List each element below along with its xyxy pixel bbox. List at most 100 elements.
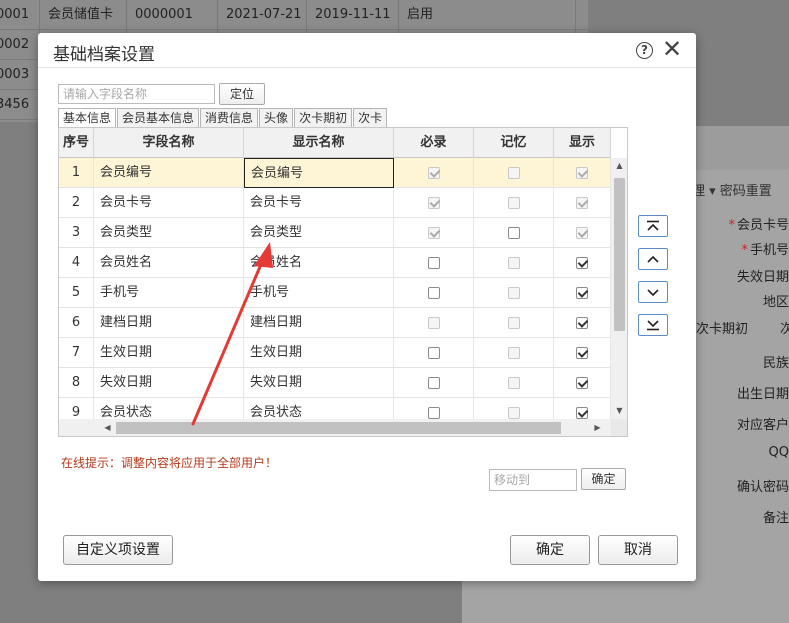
display-name-cell[interactable]: 会员类型 [244,218,394,248]
required-checkbox [427,316,440,329]
display-name-cell[interactable]: 建档日期 [244,308,394,338]
memory-checkbox[interactable] [507,226,520,239]
required-cell [394,338,474,368]
grid-header-cell[interactable]: 显示名称 [244,128,394,158]
background-form-label: 备注 [761,507,789,526]
tab-2[interactable]: 消费信息 [200,108,259,127]
table-row[interactable]: 5 手机号 手机号 [59,278,611,308]
scroll-down-arrow-icon[interactable]: ▼ [611,403,627,419]
field-name-cell: 会员姓名 [94,248,244,278]
field-search-input[interactable] [58,84,215,104]
display-name-cell[interactable]: 生效日期 [244,338,394,368]
scroll-up-arrow-icon[interactable]: ▲ [611,158,627,174]
display-name-cell[interactable]: 会员编号 [244,158,394,188]
table-row[interactable]: 6 建档日期 建档日期 [59,308,611,338]
grid-header-cell[interactable]: 记忆 [474,128,554,158]
tab-0[interactable]: 基本信息 [58,108,117,128]
close-icon[interactable]: ✕ [662,35,682,63]
memory-cell [474,308,554,338]
show-checkbox[interactable] [576,316,588,329]
tab-bar: 基本信息 会员基本信息 消费信息 头像 次卡期初 次卡 [58,108,388,128]
horizontal-scrollbar[interactable]: ◀ ▶ [59,419,611,436]
background-form-label: 对应客户 [735,414,789,433]
required-checkbox[interactable] [427,376,440,389]
table-row[interactable]: 8 失效日期 失效日期 [59,368,611,398]
background-form-label-text: 出生日期 [736,387,789,402]
required-checkbox[interactable] [427,256,440,269]
required-checkbox [427,196,440,209]
row-number: 4 [59,248,94,278]
table-row[interactable]: 3 会员类型 会员类型 [59,218,611,248]
locate-button[interactable]: 定位 [219,83,265,105]
show-checkbox [576,196,588,209]
display-name-cell[interactable]: 手机号 [244,278,394,308]
move-down-button[interactable] [638,281,668,303]
table-row[interactable]: 4 会员姓名 会员姓名 [59,248,611,278]
horizontal-scroll-thumb[interactable] [116,422,561,434]
memory-cell [474,188,554,218]
vertical-scrollbar[interactable]: ▲ ▼ [611,158,627,419]
move-top-button[interactable] [638,215,668,237]
required-checkbox[interactable] [427,406,440,419]
background-table-cell: 2021-07-21 [218,0,307,30]
grid-header-cell[interactable]: 序号 [59,128,94,158]
chevron-down-icon [647,289,659,297]
row-number: 8 [59,368,94,398]
tab-5[interactable]: 次卡 [353,108,388,127]
required-cell [394,278,474,308]
vertical-scroll-thumb[interactable] [614,178,625,331]
background-table-cell: 0002 [0,30,40,60]
required-cell [394,188,474,218]
move-up-button[interactable] [638,248,668,270]
required-checkbox[interactable] [427,346,440,359]
background-table-cell: 2019-11-11 [307,0,399,30]
memory-checkbox [507,256,520,269]
background-form-label-text: 民族 [762,356,789,371]
scroll-left-arrow-icon[interactable]: ◀ [99,419,116,436]
table-row[interactable]: 1 会员编号 会员编号 [59,158,611,188]
move-bottom-button[interactable] [638,314,668,336]
custom-fields-button[interactable]: 自定义项设置 [63,535,173,565]
memory-checkbox [507,196,520,209]
grid-header-cell[interactable]: 显示 [554,128,611,158]
show-checkbox[interactable] [576,376,588,389]
required-checkbox[interactable] [427,286,440,299]
show-checkbox[interactable] [576,256,588,269]
grid-header-cell[interactable]: 必录 [394,128,474,158]
show-checkbox[interactable] [576,346,588,359]
cancel-button[interactable]: 取消 [598,535,678,565]
memory-cell [474,338,554,368]
background-side-tab: 次 [780,322,789,337]
tab-3[interactable]: 头像 [259,108,294,127]
chevron-up-icon [647,255,659,263]
background-form-label: * 会员卡号 [728,214,789,233]
field-name-cell: 会员类型 [94,218,244,248]
required-cell [394,218,474,248]
grid-header-cell[interactable]: 字段名称 [94,128,244,158]
required-marker: * [741,243,748,258]
show-checkbox[interactable] [576,406,588,419]
show-checkbox [576,226,588,239]
display-name-cell[interactable]: 会员姓名 [244,248,394,278]
display-name-cell[interactable]: 会员卡号 [244,188,394,218]
ok-button[interactable]: 确定 [510,535,590,565]
show-cell [554,338,611,368]
row-number: 1 [59,158,94,188]
move-to-input[interactable] [489,469,577,491]
table-row[interactable]: 2 会员卡号 会员卡号 [59,188,611,218]
background-table-row: 0001会员储值卡00000012021-07-212019-11-11启用 [0,0,588,30]
background-table-cell: 3456 [0,90,40,120]
move-to-confirm-button[interactable]: 确定 [581,468,626,490]
table-row[interactable]: 7 生效日期 生效日期 [59,338,611,368]
tab-1[interactable]: 会员基本信息 [117,108,200,127]
display-name-cell[interactable]: 失效日期 [244,368,394,398]
tab-4[interactable]: 次卡期初 [294,108,353,127]
required-checkbox [427,166,440,179]
help-circle-icon[interactable]: ? [636,42,653,59]
show-checkbox[interactable] [576,286,588,299]
required-cell [394,158,474,188]
scroll-right-arrow-icon[interactable]: ▶ [589,419,606,436]
memory-cell [474,218,554,248]
background-form-label: 出生日期 [735,383,789,402]
arrow-to-bottom-icon [647,320,659,331]
